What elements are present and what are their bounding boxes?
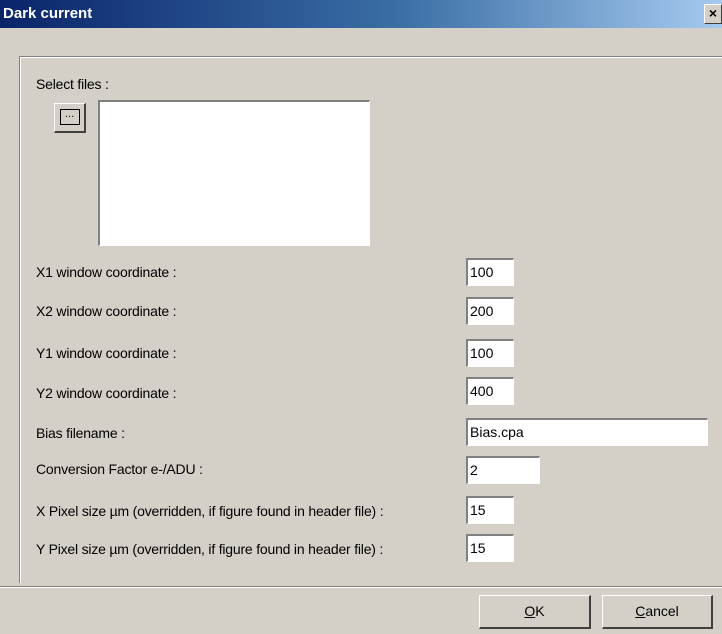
y-pixel-size-input[interactable]: 15 [466, 534, 514, 562]
window-title: Dark current [3, 5, 93, 22]
bias-filename-label: Bias filename : [36, 425, 125, 441]
x2-coordinate-input[interactable]: 200 [466, 297, 514, 325]
x1-coordinate-label: X1 window coordinate : [36, 264, 177, 280]
y1-coordinate-label: Y1 window coordinate : [36, 345, 177, 361]
y1-coordinate-input[interactable]: 100 [466, 339, 514, 367]
footer-separator-highlight [0, 587, 722, 588]
ok-label-rest: K [535, 603, 545, 619]
title-bar: Dark current × [0, 0, 722, 28]
x-pixel-size-label: X Pixel size µm (overridden, if figure f… [36, 503, 384, 519]
y2-coordinate-input[interactable]: 400 [466, 377, 514, 405]
ok-accelerator: O [524, 603, 536, 619]
ok-button[interactable]: OK [479, 595, 591, 629]
y2-coordinate-label: Y2 window coordinate : [36, 385, 177, 401]
y-pixel-size-label: Y Pixel size µm (overridden, if figure f… [36, 541, 384, 557]
selected-files-list[interactable] [98, 100, 370, 246]
select-files-label: Select files : [36, 76, 109, 92]
x2-coordinate-label: X2 window coordinate : [36, 303, 177, 319]
cancel-label-rest: ancel [645, 603, 679, 619]
x1-coordinate-input[interactable]: 100 [466, 258, 514, 286]
bias-filename-input[interactable]: Bias.cpa [466, 418, 708, 446]
x-pixel-size-input[interactable]: 15 [466, 496, 514, 524]
conversion-factor-input[interactable]: 2 [466, 456, 540, 484]
ellipsis-icon: ... [59, 109, 80, 125]
browse-files-button[interactable]: ... [54, 103, 86, 133]
cancel-accelerator: C [635, 603, 646, 619]
cancel-button[interactable]: Cancel [602, 595, 713, 629]
conversion-factor-label: Conversion Factor e-/ADU : [36, 461, 203, 477]
close-button[interactable]: × [704, 4, 722, 24]
close-icon: × [708, 5, 718, 21]
